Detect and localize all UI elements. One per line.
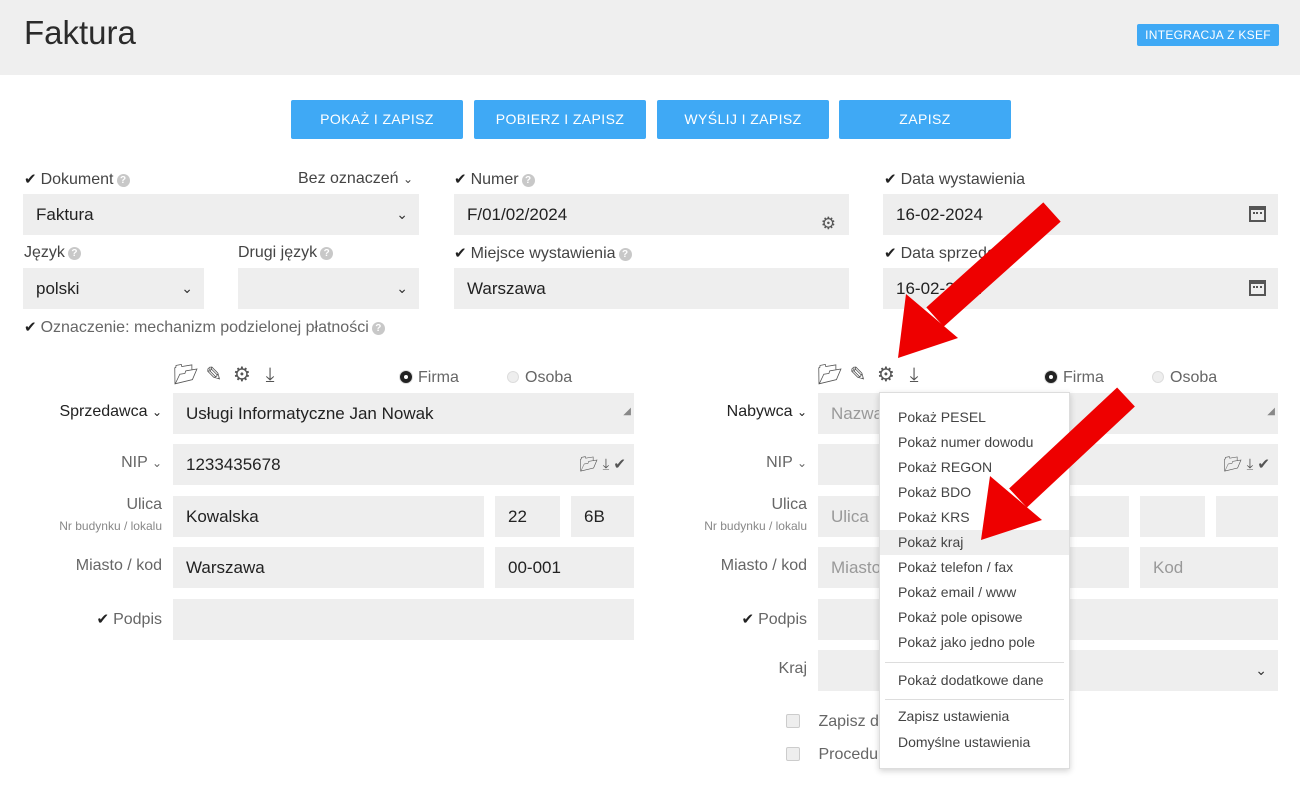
arrow-to-show-country-item (981, 387, 1135, 540)
arrow-to-gear-icon (898, 202, 1061, 358)
annotation-arrows (898, 202, 1135, 540)
